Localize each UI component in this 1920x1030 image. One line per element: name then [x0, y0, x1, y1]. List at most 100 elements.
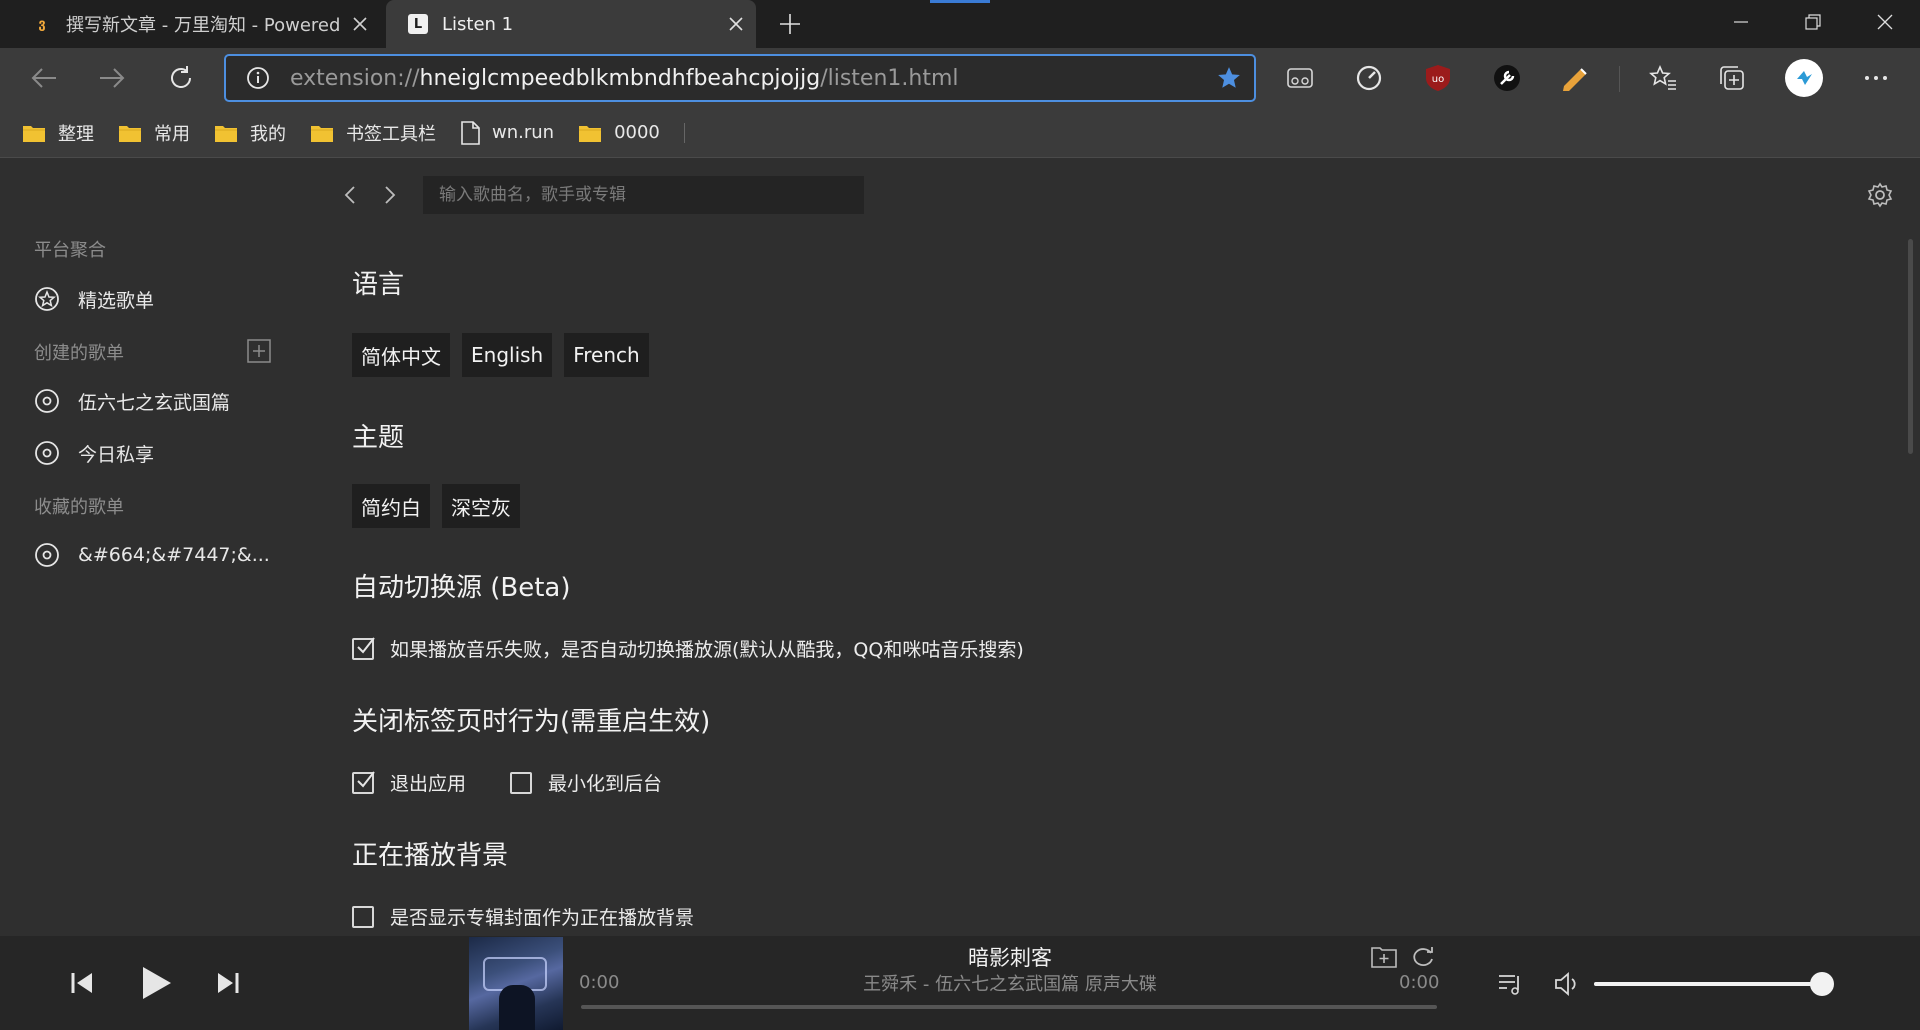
- sidebar: 平台聚合 精选歌单 创建的歌单 伍六七之玄武国篇 今日私享 收藏的歌单 &#66…: [0, 159, 300, 936]
- tab-activity-indicator: [930, 0, 990, 3]
- tab-favicon: ვ: [38, 16, 46, 32]
- add-playlist-button[interactable]: [247, 339, 271, 363]
- progress-bar[interactable]: [581, 1005, 1437, 1009]
- song-artist-album: 王舜禾 - 伍六七之玄武国篇 原声大碟: [863, 974, 1157, 995]
- restore-window-button[interactable]: [1778, 0, 1848, 44]
- repeat-icon[interactable]: [1408, 942, 1438, 972]
- listen1-app: 平台聚合 精选歌单 创建的歌单 伍六七之玄武国篇 今日私享 收藏的歌单 &#66…: [0, 159, 1920, 936]
- sidebar-item-playlist[interactable]: 今日私享: [34, 437, 154, 469]
- folder-icon: [578, 123, 602, 143]
- auto-switch-heading: 自动切换源 (Beta): [352, 573, 571, 603]
- address-bar[interactable]: extension://hneiglcmpeedblkmbndhfbeahcpj…: [224, 54, 1256, 102]
- language-option-fr[interactable]: French: [564, 333, 649, 377]
- bookmark-link[interactable]: wn.run: [460, 115, 554, 151]
- tab-close-icon[interactable]: [716, 4, 756, 44]
- volume-knob[interactable]: [1810, 972, 1834, 996]
- favorites-icon[interactable]: [1643, 58, 1683, 98]
- ublock-extension-icon[interactable]: uo: [1418, 58, 1458, 98]
- language-options: 简体中文 English French: [352, 333, 661, 377]
- profile-avatar[interactable]: [1784, 58, 1824, 98]
- disc-icon: [34, 440, 60, 466]
- checkbox-unchecked-icon[interactable]: [510, 771, 532, 794]
- bookmark-folder[interactable]: 整理: [22, 115, 94, 151]
- language-heading: 语言: [352, 270, 405, 300]
- tab-write-article[interactable]: ვ 撰写新文章 - 万里淘知 - Powered: [10, 0, 380, 48]
- bookmark-folder[interactable]: 我的: [214, 115, 286, 151]
- back-button[interactable]: [24, 58, 64, 98]
- player-bar: 暗影刺客 王舜禾 - 伍六七之玄武国篇 原声大碟 0:00 0:00: [0, 936, 1920, 1030]
- pencil-extension-icon[interactable]: [1556, 58, 1596, 98]
- minimize-window-button[interactable]: [1706, 0, 1776, 44]
- star-badge-icon: [34, 286, 60, 312]
- theme-option-white[interactable]: 简约白: [352, 484, 430, 528]
- vertical-scrollbar[interactable]: [1908, 239, 1913, 454]
- new-tab-button[interactable]: [770, 4, 810, 44]
- sidebar-item-playlist[interactable]: 伍六七之玄武国篇: [34, 385, 230, 417]
- theme-heading: 主题: [352, 423, 405, 453]
- bookmark-folder[interactable]: 0000: [578, 115, 660, 151]
- volume-fill: [1594, 982, 1822, 986]
- disc-icon: [34, 388, 60, 414]
- auto-switch-checkbox[interactable]: 如果播放音乐失败，是否自动切换播放源(默认从酷我，QQ和咪咕音乐搜索): [352, 635, 1024, 662]
- bookmark-folder[interactable]: 常用: [118, 115, 190, 151]
- checkbox-checked-icon[interactable]: [352, 636, 375, 660]
- tab-favicon: L: [408, 14, 428, 34]
- now-playing-bg-heading: 正在播放背景: [352, 841, 509, 871]
- current-time: 0:00: [579, 972, 620, 993]
- minimize-to-background-checkbox[interactable]: 最小化到后台: [510, 769, 662, 796]
- settings-panel: 语言 简体中文 English French 主题 简约白 深空灰 自动切换源 …: [352, 159, 1852, 936]
- volume-icon[interactable]: [1553, 969, 1583, 999]
- checkbox-unchecked-icon[interactable]: [352, 905, 374, 928]
- sidebar-section-favorites: 收藏的歌单: [34, 497, 124, 518]
- toolbar-divider: [1619, 66, 1620, 92]
- folder-icon: [310, 123, 334, 143]
- sidebar-section-created: 创建的歌单: [34, 343, 124, 364]
- volume-slider[interactable]: [1594, 972, 1834, 996]
- play-button[interactable]: [134, 963, 178, 1003]
- folder-icon: [22, 123, 46, 143]
- disc-icon: [34, 542, 60, 568]
- tab-listen1[interactable]: L Listen 1: [386, 0, 756, 48]
- bookmarks-bar: 整理 常用 我的 书签工具栏 wn.run 0000: [0, 108, 1920, 158]
- tab-title: Listen 1: [442, 13, 514, 35]
- add-to-playlist-icon[interactable]: [1369, 942, 1399, 972]
- speedometer-extension-icon[interactable]: [1349, 58, 1389, 98]
- favorite-star-icon[interactable]: [1204, 65, 1254, 91]
- tab-title: 撰写新文章 - 万里淘知 - Powered: [66, 15, 340, 36]
- svg-text:uo: uo: [1432, 74, 1444, 85]
- more-menu-icon[interactable]: [1856, 58, 1896, 98]
- refresh-button[interactable]: [161, 58, 201, 98]
- forward-button[interactable]: [92, 58, 132, 98]
- tab-close-icon[interactable]: [340, 4, 380, 44]
- url-text: extension://hneiglcmpeedblkmbndhfbeahcpj…: [290, 65, 959, 91]
- album-art-figure: [499, 985, 535, 1030]
- quit-app-checkbox[interactable]: 退出应用: [352, 769, 466, 796]
- site-info-icon[interactable]: [234, 66, 282, 90]
- wrench-extension-icon[interactable]: [1487, 58, 1527, 98]
- duration: 0:00: [1399, 972, 1440, 993]
- previous-track-button[interactable]: [60, 963, 104, 1003]
- theme-option-space-gray[interactable]: 深空灰: [442, 484, 520, 528]
- reading-mode-icon[interactable]: [1280, 58, 1320, 98]
- close-window-button[interactable]: [1850, 0, 1920, 44]
- checkbox-checked-icon[interactable]: [352, 770, 375, 794]
- sidebar-item-featured-playlists[interactable]: 精选歌单: [34, 283, 154, 315]
- browser-tab-strip: ვ 撰写新文章 - 万里淘知 - Powered L Listen 1: [0, 0, 1920, 48]
- language-option-zh[interactable]: 简体中文: [352, 333, 450, 377]
- song-title: 暗影刺客: [968, 946, 1052, 970]
- theme-options: 简约白 深空灰: [352, 484, 532, 528]
- language-option-en[interactable]: English: [462, 333, 553, 377]
- folder-icon: [214, 123, 238, 143]
- collections-icon[interactable]: [1712, 58, 1752, 98]
- settings-gear-icon[interactable]: [1866, 181, 1896, 211]
- now-playing-bg-checkbox[interactable]: 是否显示专辑封面作为正在播放背景: [352, 903, 694, 930]
- playlist-queue-icon[interactable]: [1495, 969, 1525, 999]
- folder-icon: [118, 123, 142, 143]
- album-cover[interactable]: [469, 937, 563, 1030]
- next-track-button[interactable]: [206, 963, 250, 1003]
- page-icon: [460, 120, 480, 145]
- bookmarks-divider: [683, 122, 685, 143]
- bookmark-folder[interactable]: 书签工具栏: [310, 115, 436, 151]
- sidebar-item-favorite-playlist[interactable]: &#664;&#7447;&...: [34, 539, 270, 571]
- browser-toolbar: extension://hneiglcmpeedblkmbndhfbeahcpj…: [0, 48, 1920, 108]
